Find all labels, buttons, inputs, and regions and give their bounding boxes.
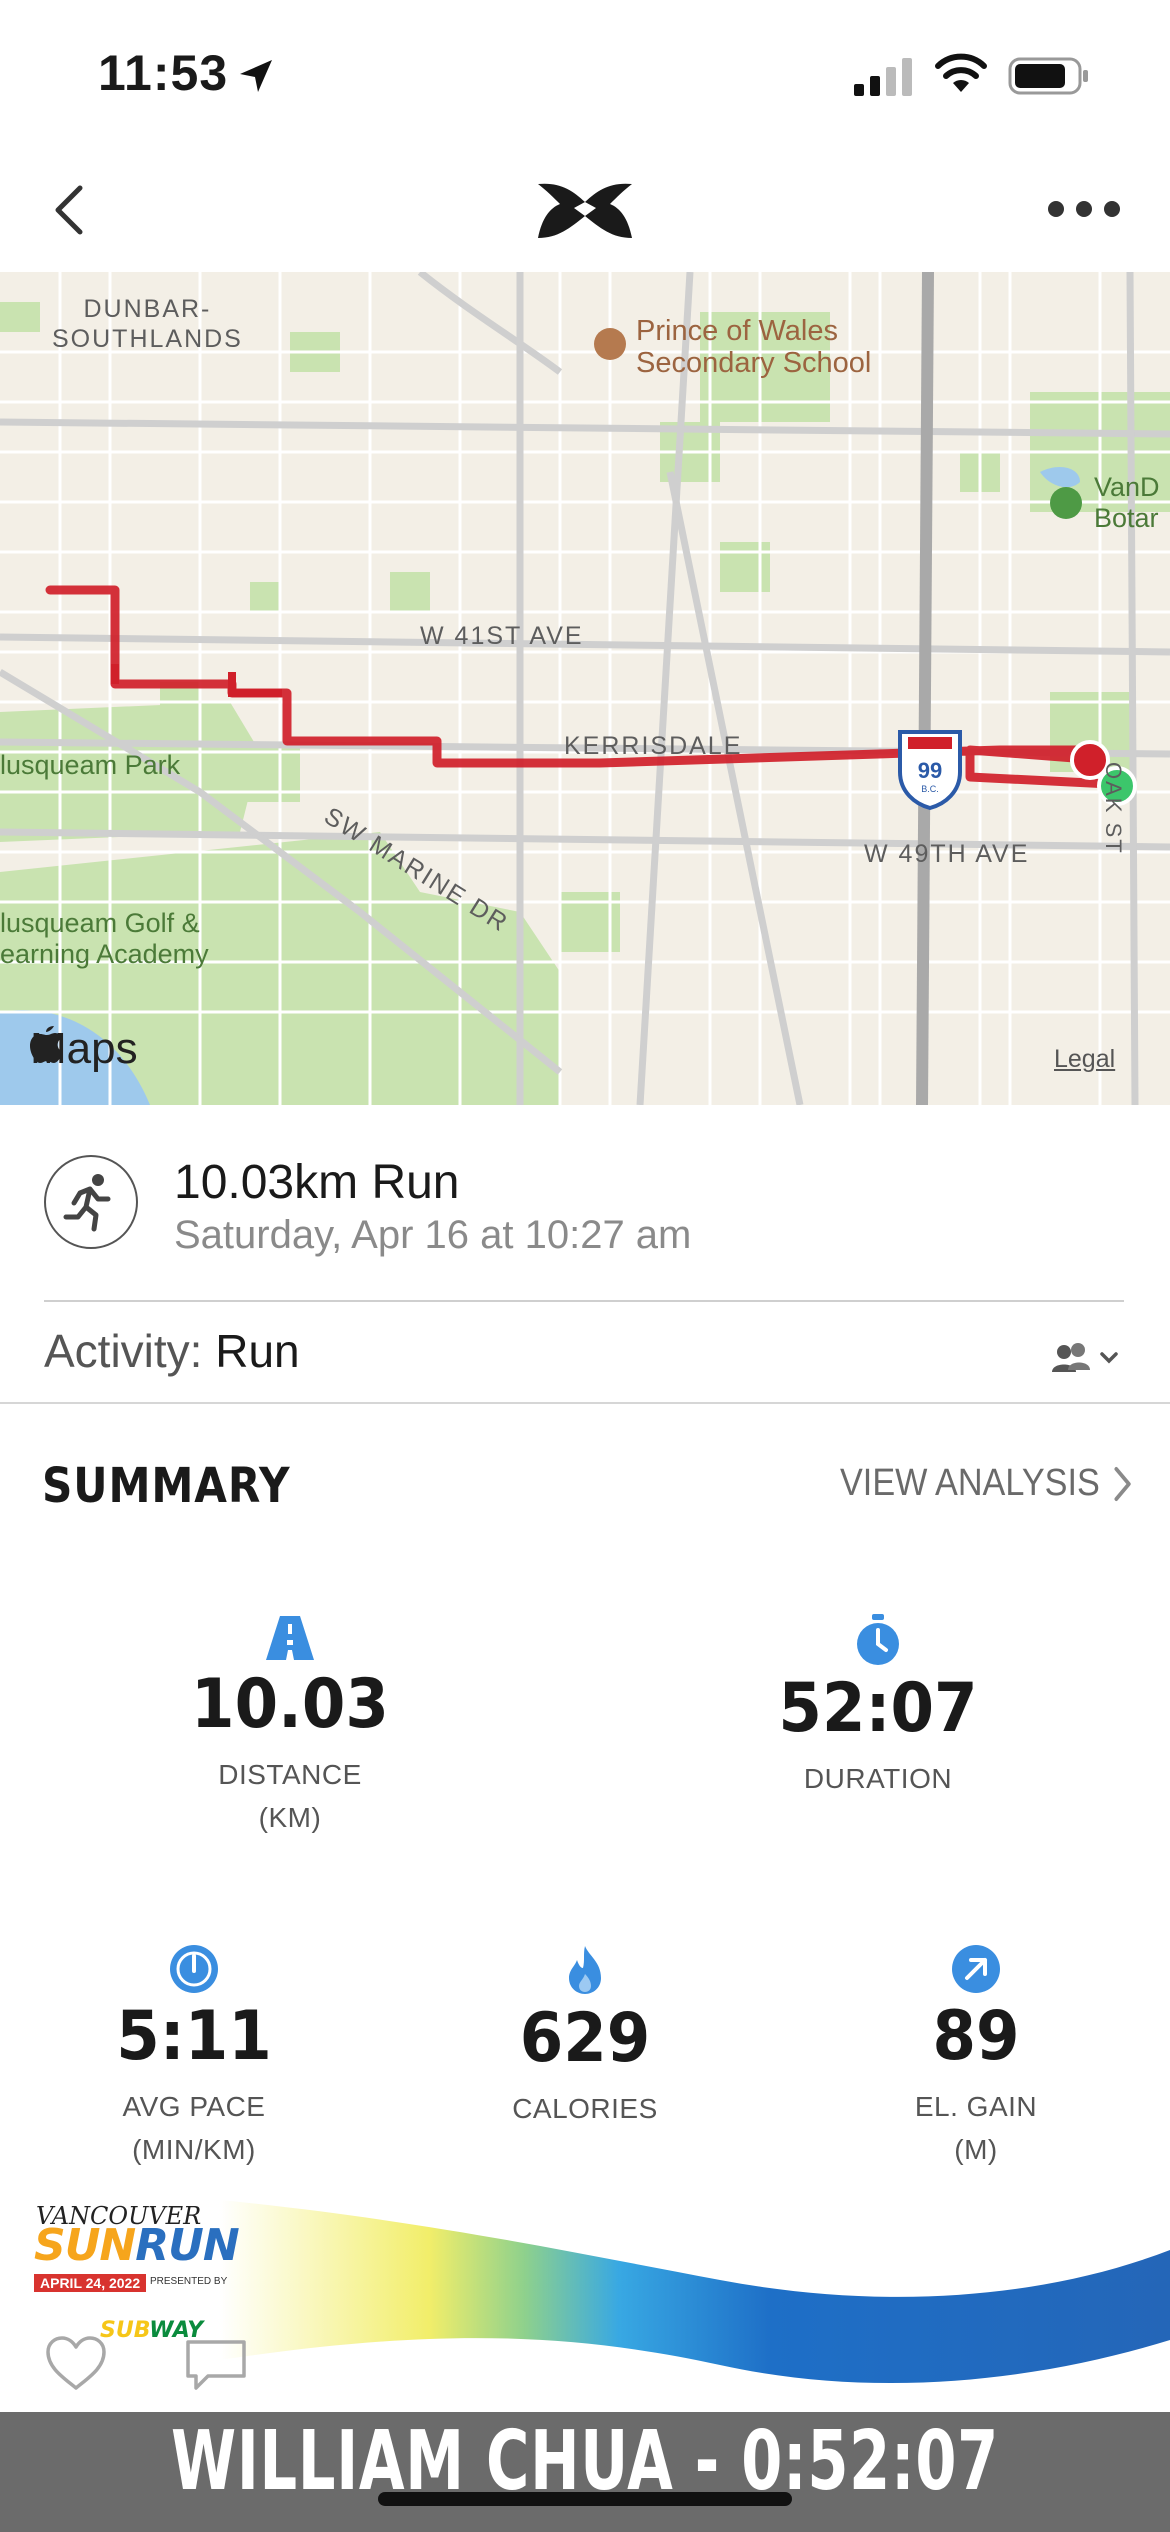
more-options-button[interactable]	[1046, 196, 1122, 222]
apple-maps-brand: Maps	[30, 1024, 138, 1074]
stat-label-unit: (M)	[954, 2134, 998, 2166]
stat-value: 52:07	[778, 1669, 978, 1748]
legal-link[interactable]: Legal	[1054, 1045, 1115, 1074]
stat-calories: 629 CALORIES	[475, 1944, 695, 2130]
social-actions	[0, 2330, 300, 2410]
highway-number: 99	[917, 758, 943, 783]
back-button[interactable]	[40, 178, 100, 242]
stat-label-line: CALORIES	[512, 2092, 658, 2124]
home-indicator[interactable]	[378, 2492, 792, 2506]
stat-label: DURATION	[768, 1757, 988, 1800]
activity-type-row[interactable]: Activity: Run	[0, 1302, 1170, 1402]
activity-label-text: Activity:	[44, 1325, 203, 1377]
stat-label: EL. GAIN (M)	[866, 2085, 1086, 2172]
activity-type-icon	[44, 1155, 138, 1249]
activity-type-label: Activity: Run	[44, 1324, 300, 1378]
sun-run-logo: SUNRUN	[34, 2220, 240, 2271]
status-bar: 11:53	[0, 0, 1170, 150]
workout-title[interactable]: 10.03km Run	[174, 1155, 460, 1210]
map-label-w49: W 49TH AVE	[864, 840, 1030, 868]
road-icon	[266, 1616, 314, 1660]
stat-value: 629	[519, 1999, 651, 2078]
speedometer-icon	[170, 1945, 218, 1993]
workout-date: Saturday, Apr 16 at 10:27 am	[174, 1213, 692, 1257]
activity-value-text: Run	[215, 1325, 300, 1377]
apple-logo-icon	[30, 1026, 63, 1063]
map-label-w41: W 41ST AVE	[420, 622, 584, 650]
map-canvas	[0, 272, 1170, 1105]
banner-date: APRIL 24, 2022	[34, 2274, 147, 2292]
route-map[interactable]: DUNBAR- SOUTHLANDS Prince of Wales Secon…	[0, 272, 1170, 1105]
banner-presented: PRESENTED BY	[150, 2276, 228, 2287]
map-label-oak-st: OAK ST	[1101, 762, 1126, 855]
stat-distance: 10.03 DISTANCE (KM)	[180, 1614, 400, 1840]
nav-bar	[0, 150, 1170, 272]
map-label-golf: lusqueam Golf & earning Academy	[0, 908, 209, 970]
sun-run-logo-run: RUN	[135, 2220, 239, 2271]
stat-label-unit: (KM)	[258, 1802, 322, 1834]
arrow-up-right-icon	[952, 1945, 1000, 1993]
map-label-musqueam-park: lusqueam Park	[0, 750, 181, 780]
runner-icon	[63, 1174, 111, 1232]
stat-value: 89	[932, 1997, 1020, 2076]
stat-label-line: DISTANCE	[218, 1758, 362, 1790]
activity-header: 10.03km Run Saturday, Apr 16 at 10:27 am	[0, 1105, 1170, 1305]
stat-label: AVG PACE (MIN/KM)	[84, 2085, 304, 2172]
privacy-friends-icon[interactable]	[1050, 1340, 1122, 1376]
stat-elevation-gain: 89 EL. GAIN (M)	[866, 1944, 1086, 2172]
name-strip: WILLIAM CHUA - 0:52:07	[0, 2412, 1170, 2532]
stat-label-line: AVG PACE	[122, 2090, 266, 2122]
map-label-vandusen: VanD Botar	[1094, 472, 1160, 534]
view-analysis-label: VIEW ANALYSIS	[840, 1462, 1100, 1504]
comment-icon[interactable]	[184, 2338, 248, 2392]
heart-icon[interactable]	[44, 2334, 108, 2392]
map-label-dunbar: DUNBAR- SOUTHLANDS	[52, 295, 243, 353]
map-label-school: Prince of Wales Secondary School	[636, 315, 872, 379]
under-armour-logo	[538, 183, 632, 238]
stat-label-line: DURATION	[803, 1762, 953, 1794]
stat-label-unit: (MIN/KM)	[132, 2134, 256, 2166]
location-arrow-icon	[240, 60, 272, 92]
sun-run-logo-sun: SUN	[34, 2220, 136, 2271]
map-label-kerrisdale: KERRISDALE	[564, 732, 743, 760]
flame-icon	[569, 1946, 601, 1994]
status-time: 11:53	[98, 45, 229, 101]
stat-label-line: EL. GAIN	[914, 2090, 1038, 2122]
stat-label: CALORIES	[475, 2087, 695, 2130]
stat-label: DISTANCE (KM)	[180, 1753, 400, 1840]
chevron-right-icon	[1114, 1466, 1131, 1501]
summary-heading: SUMMARY	[42, 1458, 291, 1514]
stat-avg-pace: 5:11 AVG PACE (MIN/KM)	[84, 1944, 304, 2172]
stopwatch-icon	[857, 1614, 899, 1665]
wifi-icon	[935, 53, 987, 92]
stat-value: 5:11	[116, 1997, 272, 2076]
cellular-signal-icon	[854, 58, 912, 96]
stat-value: 10.03	[191, 1665, 389, 1744]
highway-sub: B.C.	[921, 784, 939, 794]
divider	[0, 1402, 1170, 1404]
stat-duration: 52:07 DURATION	[768, 1614, 988, 1800]
battery-icon	[1008, 57, 1088, 95]
view-analysis-link[interactable]: VIEW ANALYSIS	[840, 1462, 1132, 1505]
